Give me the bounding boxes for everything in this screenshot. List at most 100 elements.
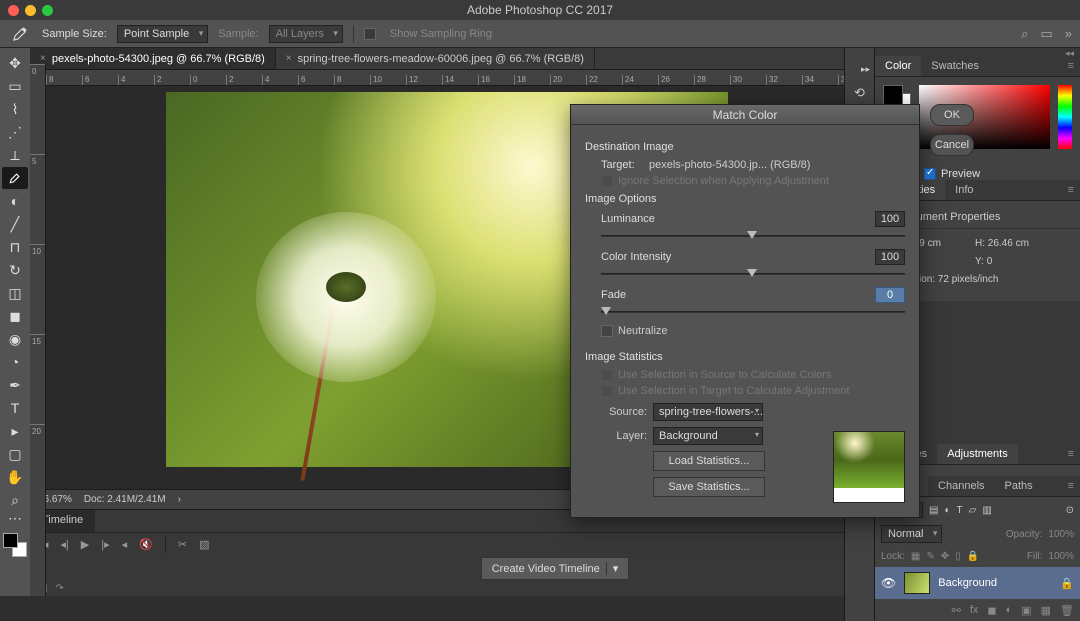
ruler-vertical[interactable]: 05101520 [30, 64, 46, 596]
lock-artboard-icon[interactable]: ▯ [955, 551, 961, 562]
info-tab[interactable]: Info [945, 180, 983, 200]
luminance-input[interactable] [875, 211, 905, 227]
gradient-tool[interactable]: ◼ [2, 305, 28, 327]
filter-shape-icon[interactable]: ▱ [969, 505, 977, 516]
tab-0[interactable]: × pexels-photo-54300.jpeg @ 66.7% (RGB/8… [30, 48, 276, 69]
go-end-icon[interactable]: ◂ [122, 538, 128, 551]
create-video-timeline-button[interactable]: Create Video Timeline ▾ [481, 557, 630, 580]
filter-image-icon[interactable]: ▤ [929, 505, 938, 516]
clone-tool[interactable]: ⊓ [2, 236, 28, 258]
preview-checkbox[interactable] [924, 168, 936, 180]
layer-dropdown[interactable]: Background [653, 427, 763, 445]
render-icon[interactable]: ↷ [55, 583, 63, 594]
marquee-tool[interactable]: ▭ [2, 75, 28, 97]
history-panel-icon[interactable]: ⟲ [854, 85, 865, 101]
prev-frame-icon[interactable]: ◂| [60, 538, 68, 551]
fx-icon[interactable]: fx [970, 604, 979, 616]
lock-icon: 🔒 [1060, 577, 1074, 590]
eraser-tool[interactable]: ◫ [2, 282, 28, 304]
blend-mode-dropdown[interactable]: Normal [881, 525, 942, 543]
panel-menu-icon[interactable]: ≡ [1062, 180, 1080, 200]
save-statistics-button[interactable]: Save Statistics... [653, 477, 765, 497]
link-icon[interactable]: ⚯ [952, 604, 961, 617]
zoom-tool[interactable]: ⌕ [2, 489, 28, 511]
mask-icon[interactable]: ◼ [987, 604, 996, 617]
intensity-input[interactable] [875, 249, 905, 265]
eyedropper-tool[interactable] [2, 167, 28, 189]
panel-menu-icon[interactable]: ≡ [1062, 444, 1080, 464]
split-icon[interactable]: ✂ [178, 538, 187, 551]
paths-tab[interactable]: Paths [995, 476, 1043, 496]
adjustments-tab[interactable]: Adjustments [937, 444, 1018, 464]
source-dropdown[interactable]: spring-tree-flowers-... [653, 403, 763, 421]
cancel-button[interactable]: Cancel [930, 134, 974, 156]
swatches-tab[interactable]: Swatches [921, 56, 989, 76]
pen-tool[interactable]: ✒ [2, 374, 28, 396]
type-tool[interactable]: T [2, 397, 28, 419]
ignore-selection-checkbox [601, 175, 613, 187]
play-icon[interactable]: ▶ [81, 538, 89, 551]
visibility-icon[interactable]: 👁 [881, 576, 896, 590]
mute-icon[interactable]: 🔇 [139, 538, 153, 551]
hue-slider[interactable] [1058, 85, 1072, 149]
lasso-tool[interactable]: ⌇ [2, 98, 28, 120]
workspace-icon[interactable]: ▭ [1040, 26, 1052, 42]
tab-1[interactable]: × spring-tree-flowers-meadow-60006.jpeg … [276, 48, 595, 69]
ok-button[interactable]: OK [930, 104, 974, 126]
panel-menu-icon[interactable]: » [1065, 26, 1072, 42]
next-frame-icon[interactable]: |▸ [101, 538, 109, 551]
chevron-right-icon[interactable]: › [178, 494, 181, 505]
layer-thumbnail[interactable] [904, 572, 930, 594]
rectangle-tool[interactable]: ▢ [2, 443, 28, 465]
sample-size-dropdown[interactable]: Point Sample [117, 25, 208, 43]
fade-slider[interactable] [601, 307, 905, 319]
app-title: Adobe Photoshop CC 2017 [0, 3, 1080, 17]
neutralize-checkbox[interactable] [601, 325, 613, 337]
layer-row-background[interactable]: 👁 Background 🔒 [875, 567, 1080, 599]
doc-info[interactable]: Doc: 2.41M/2.41M [84, 494, 166, 505]
history-brush-tool[interactable]: ↻ [2, 259, 28, 281]
crop-tool[interactable]: ⟂ [2, 144, 28, 166]
transition-icon[interactable]: ▧ [199, 538, 209, 551]
brush-tool[interactable]: ╱ [2, 213, 28, 235]
collapse-icon[interactable]: ▸▸ [861, 64, 870, 75]
intensity-slider[interactable] [601, 269, 905, 281]
blur-tool[interactable]: ◉ [2, 328, 28, 350]
filter-type-icon[interactable]: T [957, 505, 963, 516]
opacity-value[interactable]: 100% [1048, 529, 1074, 540]
lock-position-icon[interactable]: ✥ [941, 551, 949, 562]
luminance-slider[interactable] [601, 231, 905, 243]
move-tool[interactable]: ✥ [2, 52, 28, 74]
section-image-options: Image Options [585, 193, 905, 205]
fade-input[interactable] [875, 287, 905, 303]
foreground-background-colors[interactable] [3, 533, 27, 557]
fill-value[interactable]: 100% [1048, 551, 1074, 562]
panel-menu-icon[interactable]: ≡ [1062, 476, 1080, 496]
filter-toggle[interactable]: ⊙ [1066, 505, 1074, 516]
lock-image-icon[interactable]: ✎ [926, 551, 934, 562]
close-tab-icon[interactable]: × [40, 53, 46, 64]
lock-all-icon[interactable]: 🔒 [967, 551, 979, 562]
filter-smart-icon[interactable]: ▥ [982, 505, 991, 516]
filter-adjust-icon[interactable]: ◐ [944, 505, 950, 516]
show-sampling-ring-checkbox[interactable] [364, 28, 376, 40]
spot-heal-tool[interactable]: ◐ [2, 190, 28, 212]
hand-tool[interactable]: ✋ [2, 466, 28, 488]
magic-wand-tool[interactable]: ⋰ [2, 121, 28, 143]
trash-icon[interactable]: 🗑 [1060, 604, 1074, 617]
path-select-tool[interactable]: ▸ [2, 420, 28, 442]
collapse-panels-icon[interactable]: ◂◂ [875, 48, 1080, 56]
channels-tab[interactable]: Channels [928, 476, 994, 496]
new-layer-icon[interactable]: ▦ [1041, 604, 1051, 617]
use-target-selection-checkbox [601, 385, 613, 397]
panel-menu-icon[interactable]: ≡ [1062, 56, 1080, 76]
load-statistics-button[interactable]: Load Statistics... [653, 451, 765, 471]
adjustment-layer-icon[interactable]: ◐ [1006, 604, 1013, 616]
close-tab-icon[interactable]: × [286, 53, 292, 64]
group-icon[interactable]: ▣ [1021, 604, 1031, 617]
dodge-tool[interactable]: ◔ [2, 351, 28, 373]
show-sampling-ring-label: Show Sampling Ring [390, 28, 492, 40]
color-tab[interactable]: Color [875, 56, 921, 76]
lock-transparent-icon[interactable]: ▦ [911, 551, 920, 562]
search-icon[interactable]: ⌕ [1021, 26, 1028, 42]
